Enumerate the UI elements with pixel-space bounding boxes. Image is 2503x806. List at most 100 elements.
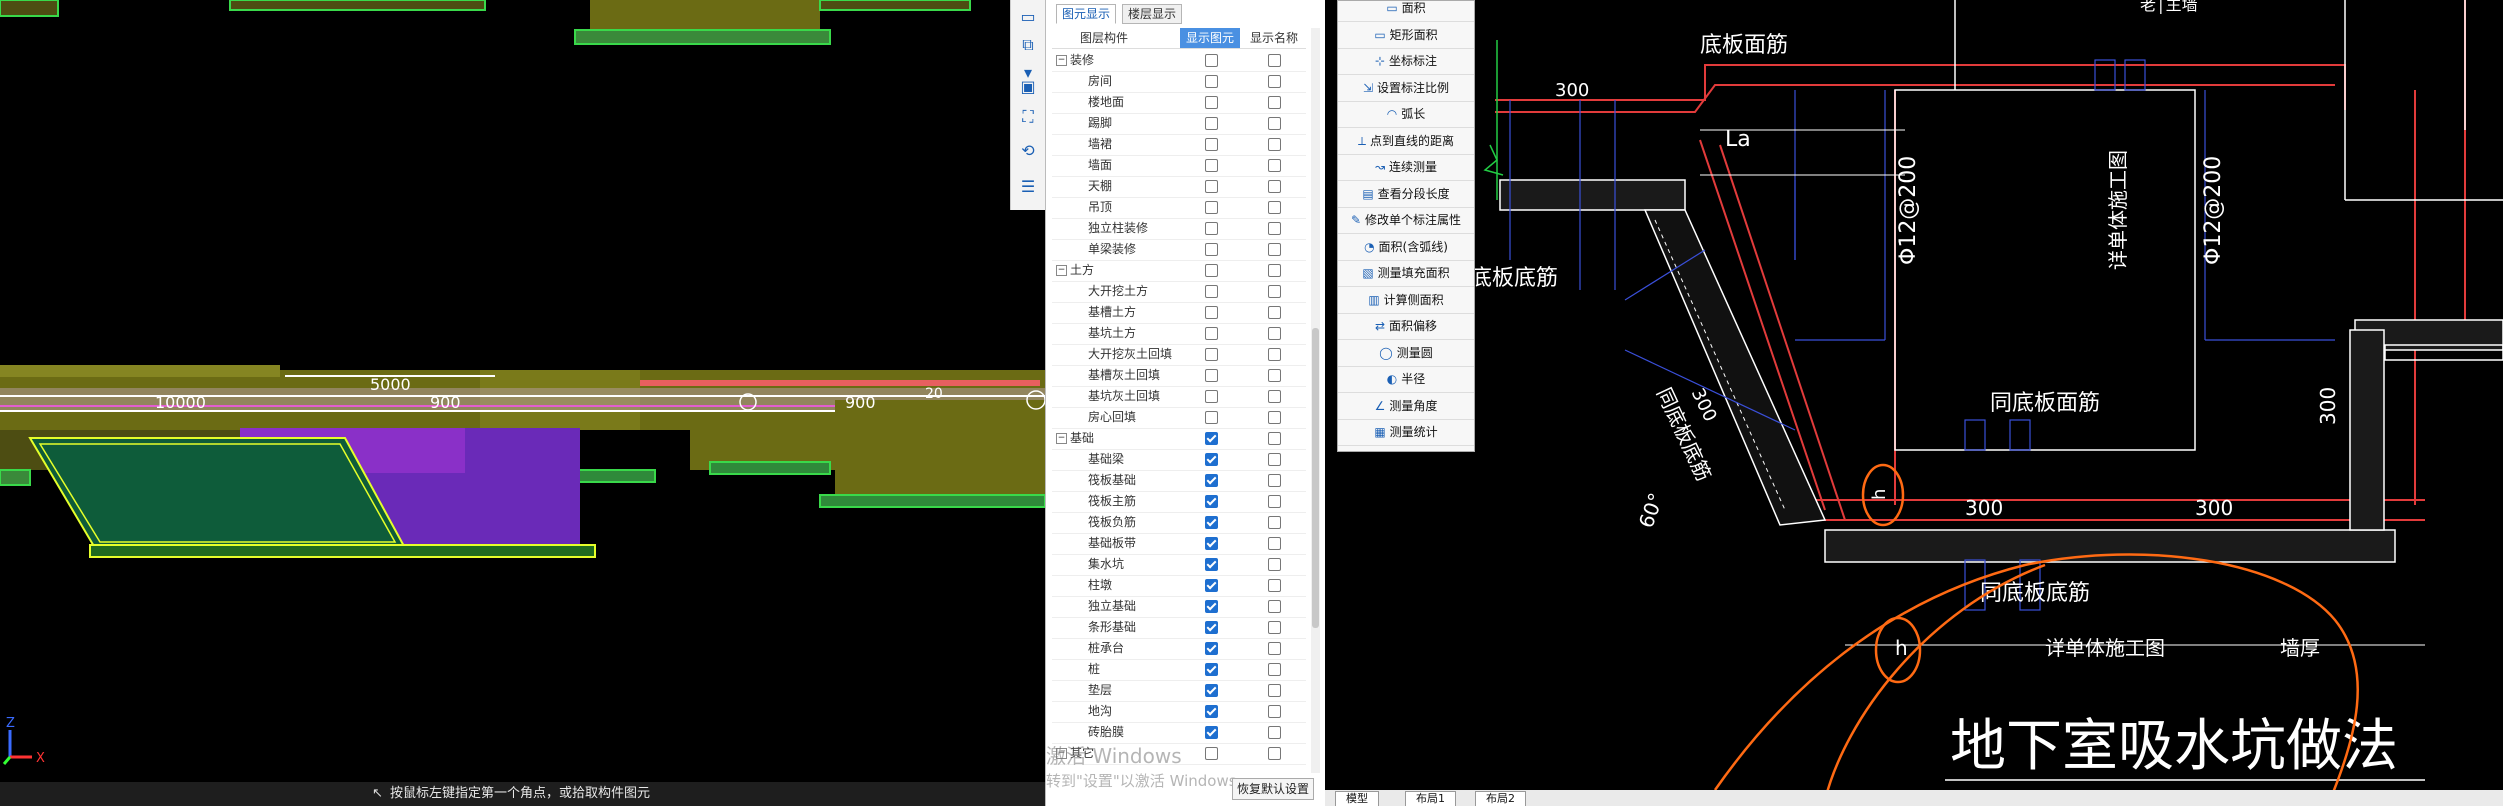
show-element-checkbox[interactable]: [1205, 348, 1218, 361]
tab-element-display[interactable]: 图元显示: [1056, 4, 1117, 24]
measure-menu-item[interactable]: ◯ 测量圆: [1338, 340, 1474, 367]
measure-menu-item[interactable]: ◔ 面积(含弧线): [1338, 234, 1474, 261]
show-element-checkbox[interactable]: [1205, 474, 1218, 487]
layer-row[interactable]: 墙面: [1052, 155, 1306, 177]
rotate-icon[interactable]: ⟲: [1017, 140, 1039, 162]
show-element-checkbox[interactable]: [1205, 222, 1218, 235]
layer-row[interactable]: 独立柱装修: [1052, 218, 1306, 240]
show-name-checkbox[interactable]: [1268, 747, 1281, 760]
show-element-checkbox[interactable]: [1205, 75, 1218, 88]
show-name-checkbox[interactable]: [1268, 243, 1281, 256]
show-element-checkbox[interactable]: [1205, 243, 1218, 256]
show-name-checkbox[interactable]: [1268, 96, 1281, 109]
show-name-checkbox[interactable]: [1268, 159, 1281, 172]
measure-menu-item[interactable]: ⟂ 点到直线的距离: [1338, 128, 1474, 155]
measure-menu-item[interactable]: ∠ 测量角度: [1338, 393, 1474, 420]
show-element-checkbox[interactable]: [1205, 705, 1218, 718]
measure-menu-item[interactable]: ⇄ 面积偏移: [1338, 313, 1474, 340]
layer-row[interactable]: 踢脚: [1052, 113, 1306, 135]
show-element-checkbox[interactable]: [1205, 138, 1218, 151]
show-name-checkbox[interactable]: [1268, 579, 1281, 592]
layer-row[interactable]: 筏板主筋: [1052, 491, 1306, 513]
collapse-toggle-icon[interactable]: −: [1056, 55, 1067, 66]
measure-menu-item[interactable]: ▤ 查看分段长度: [1338, 181, 1474, 208]
layer-row[interactable]: 条形基础: [1052, 617, 1306, 639]
cube-view-icon[interactable]: ⧉: [1017, 34, 1039, 56]
layer-row[interactable]: 筏板负筋: [1052, 512, 1306, 534]
layer-row[interactable]: 大开挖土方: [1052, 281, 1306, 303]
layer-row[interactable]: 集水坑: [1052, 554, 1306, 576]
show-element-checkbox[interactable]: [1205, 390, 1218, 403]
tab-layout-2[interactable]: 布局2: [1475, 791, 1526, 806]
show-element-checkbox[interactable]: [1205, 264, 1218, 277]
show-element-checkbox[interactable]: [1205, 54, 1218, 67]
show-name-checkbox[interactable]: [1268, 474, 1281, 487]
show-name-checkbox[interactable]: [1268, 369, 1281, 382]
measure-menu-item[interactable]: ⊹ 坐标标注: [1338, 48, 1474, 75]
show-name-checkbox[interactable]: [1268, 453, 1281, 466]
show-element-checkbox[interactable]: [1205, 726, 1218, 739]
layer-row[interactable]: 天棚: [1052, 176, 1306, 198]
show-name-checkbox[interactable]: [1268, 75, 1281, 88]
layer-row[interactable]: 基础梁: [1052, 449, 1306, 471]
layer-row[interactable]: 大开挖灰土回填: [1052, 344, 1306, 366]
show-name-checkbox[interactable]: [1268, 222, 1281, 235]
show-element-checkbox[interactable]: [1205, 663, 1218, 676]
measure-menu-item[interactable]: ▦ 测量统计: [1338, 419, 1474, 446]
measure-menu-item[interactable]: ◐ 半径: [1338, 366, 1474, 393]
layer-row[interactable]: 墙裙: [1052, 134, 1306, 156]
show-name-checkbox[interactable]: [1268, 600, 1281, 613]
scroll-thumb[interactable]: [1312, 328, 1319, 628]
show-name-checkbox[interactable]: [1268, 201, 1281, 214]
layer-row[interactable]: 独立基础: [1052, 596, 1306, 618]
tab-layout-1[interactable]: 布局1: [1405, 791, 1456, 806]
collapse-toggle-icon[interactable]: −: [1056, 433, 1067, 444]
measure-menu-item[interactable]: ▭ 面积: [1338, 0, 1474, 22]
show-name-checkbox[interactable]: [1268, 348, 1281, 361]
layer-row[interactable]: 房心回填: [1052, 407, 1306, 429]
show-element-checkbox[interactable]: [1205, 201, 1218, 214]
layer-row[interactable]: 基础板带: [1052, 533, 1306, 555]
show-name-checkbox[interactable]: [1268, 684, 1281, 697]
measure-menu-item[interactable]: ▥ 计算侧面积: [1338, 287, 1474, 314]
show-name-checkbox[interactable]: [1268, 663, 1281, 676]
show-element-checkbox[interactable]: [1205, 159, 1218, 172]
tab-model[interactable]: 模型: [1335, 791, 1379, 806]
measure-menu-item[interactable]: ◠ 弧长: [1338, 101, 1474, 128]
show-element-checkbox[interactable]: [1205, 180, 1218, 193]
show-name-checkbox[interactable]: [1268, 285, 1281, 298]
measure-menu-item[interactable]: ▧ 测量填充面积: [1338, 260, 1474, 287]
show-element-checkbox[interactable]: [1205, 747, 1218, 760]
show-name-checkbox[interactable]: [1268, 180, 1281, 193]
show-name-checkbox[interactable]: [1268, 411, 1281, 424]
layer-row[interactable]: 柱墩: [1052, 575, 1306, 597]
show-element-checkbox[interactable]: [1205, 537, 1218, 550]
layer-row[interactable]: 垫层: [1052, 680, 1306, 702]
show-name-checkbox[interactable]: [1268, 54, 1281, 67]
show-element-checkbox[interactable]: [1205, 117, 1218, 130]
settings-icon[interactable]: ☰: [1017, 176, 1039, 198]
layer-group-row[interactable]: − 土方: [1052, 260, 1306, 282]
show-element-checkbox[interactable]: [1205, 327, 1218, 340]
show-element-checkbox[interactable]: [1205, 306, 1218, 319]
layer-row[interactable]: 吊顶: [1052, 197, 1306, 219]
layer-row[interactable]: 楼地面: [1052, 92, 1306, 114]
panel-scrollbar[interactable]: [1311, 28, 1320, 773]
show-element-checkbox[interactable]: [1205, 558, 1218, 571]
show-name-checkbox[interactable]: [1268, 705, 1281, 718]
layer-row[interactable]: 桩承台: [1052, 638, 1306, 660]
show-name-checkbox[interactable]: [1268, 726, 1281, 739]
cad-drawing[interactable]: 300 La 300 60° 300 300 300 老│主墙 底板面筋 底板底…: [1325, 0, 2503, 806]
show-element-checkbox[interactable]: [1205, 684, 1218, 697]
3d-scene[interactable]: 10000 5000 900 900 20 Z X: [0, 0, 1045, 782]
show-name-checkbox[interactable]: [1268, 432, 1281, 445]
show-element-checkbox[interactable]: [1205, 600, 1218, 613]
show-name-checkbox[interactable]: [1268, 306, 1281, 319]
collapse-toggle-icon[interactable]: −: [1056, 265, 1067, 276]
fullscreen-icon[interactable]: ⛶: [1017, 106, 1039, 128]
show-element-checkbox[interactable]: [1205, 516, 1218, 529]
layer-row[interactable]: 地沟: [1052, 701, 1306, 723]
show-element-checkbox[interactable]: [1205, 453, 1218, 466]
layer-row[interactable]: 基槽土方: [1052, 302, 1306, 324]
layer-row[interactable]: 基坑土方: [1052, 323, 1306, 345]
